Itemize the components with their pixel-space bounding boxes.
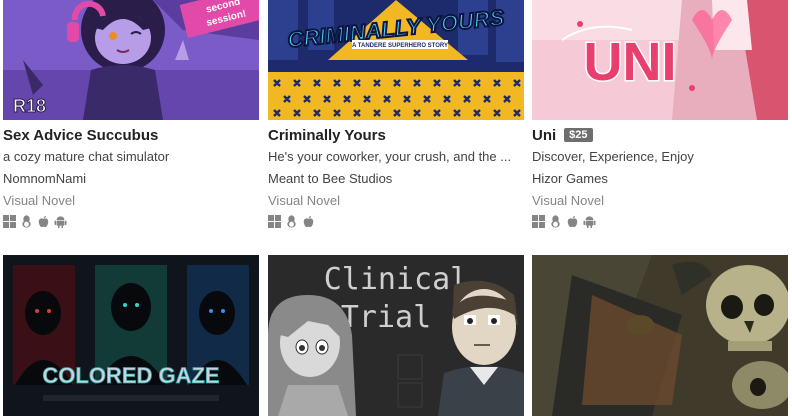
- game-thumbnail[interactable]: COLORED GAZE: [3, 255, 259, 416]
- game-title-row: Uni $25: [532, 126, 593, 144]
- game-title-link[interactable]: Sex Advice Succubus: [3, 127, 158, 144]
- game-genre: Visual Novel: [268, 193, 341, 208]
- cover-title-line1: Clinical: [324, 262, 469, 297]
- price-badge: $25: [564, 128, 593, 142]
- game-thumbnail[interactable]: CRIMINALLY YOURS A TANDERE SUPERHERO STO…: [268, 0, 524, 120]
- cover-tagline: A TANDERE SUPERHERO STORY: [352, 43, 448, 49]
- game-title-link[interactable]: Uni: [532, 127, 556, 144]
- game-title-row: Criminally Yours: [268, 126, 386, 144]
- apple-icon: [567, 215, 578, 228]
- windows-icon: [532, 215, 545, 228]
- game-thumbnail[interactable]: UNI: [532, 0, 788, 120]
- android-icon: [583, 216, 596, 228]
- platform-icons: [532, 215, 596, 228]
- android-icon: [54, 216, 67, 228]
- linux-icon: [287, 215, 296, 228]
- game-short-text: a cozy mature chat simulator: [3, 149, 170, 164]
- game-thumbnail[interactable]: Clinical Trial: [268, 255, 524, 416]
- game-thumbnail[interactable]: second session! R18: [3, 0, 259, 120]
- game-author-link[interactable]: Meant to Bee Studios: [268, 171, 392, 186]
- linux-icon: [551, 215, 560, 228]
- game-author-link[interactable]: NomnomNami: [3, 171, 86, 186]
- apple-icon: [303, 215, 314, 228]
- cover-logo: UNI: [584, 32, 677, 92]
- cover-badge: R18: [13, 96, 46, 116]
- platform-icons: [3, 215, 67, 228]
- apple-icon: [38, 215, 49, 228]
- game-short-text: He's your coworker, your crush, and the …: [268, 149, 512, 164]
- game-title-link[interactable]: Criminally Yours: [268, 127, 386, 144]
- game-title-row: Sex Advice Succubus: [3, 126, 158, 144]
- platform-icons: [268, 215, 315, 228]
- cover-title-line2: Trial: [341, 300, 431, 335]
- game-thumbnail[interactable]: [532, 255, 788, 416]
- linux-icon: [22, 215, 31, 228]
- game-author-link[interactable]: Hizor Games: [532, 171, 608, 186]
- game-genre: Visual Novel: [3, 193, 76, 208]
- windows-icon: [268, 215, 281, 228]
- windows-icon: [3, 215, 16, 228]
- game-short-text: Discover, Experience, Enjoy: [532, 149, 694, 164]
- game-genre: Visual Novel: [532, 193, 605, 208]
- cover-logo: COLORED GAZE: [42, 363, 219, 388]
